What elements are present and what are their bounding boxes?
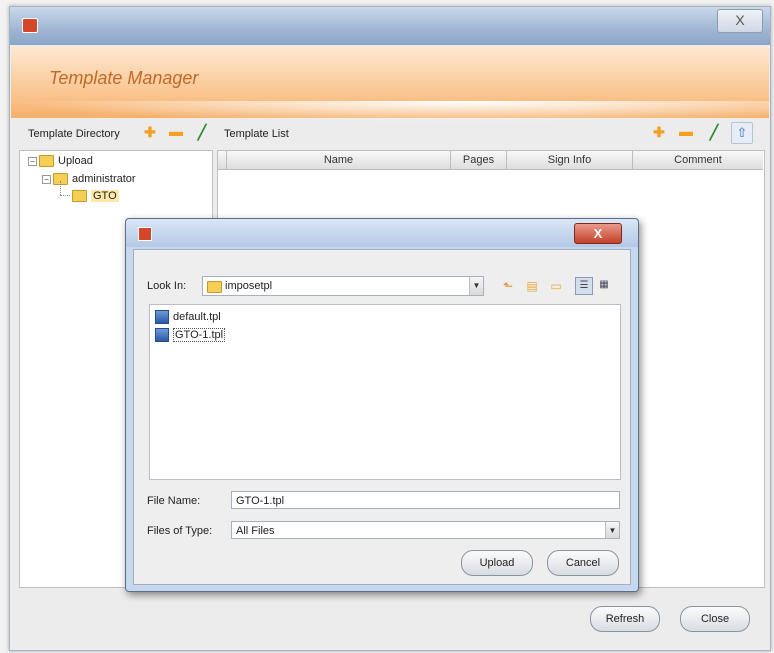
app-icon [138, 227, 152, 241]
dialog-body: Look In: imposetpl ▼ ⬑ ▤ ▭ ☰ ▦ default.t… [133, 249, 631, 585]
files-of-type-label: Files of Type: [147, 525, 213, 537]
header-banner: Template Manager [11, 46, 769, 123]
file-name-label: File Name: [147, 495, 201, 507]
minus-icon[interactable]: ▬ [679, 124, 693, 138]
upload-button[interactable]: Upload [461, 550, 533, 576]
column-header-comment[interactable]: Comment [633, 151, 763, 170]
details-view-icon[interactable]: ▦ [596, 277, 612, 293]
banner-title: Template Manager [49, 68, 199, 88]
folder-icon [72, 190, 87, 202]
refresh-button[interactable]: Refresh [590, 606, 660, 632]
file-icon [155, 310, 169, 324]
files-of-type-value: All Files [236, 525, 275, 537]
folder-icon [39, 155, 54, 167]
upload-file-dialog: X Look In: imposetpl ▼ ⬑ ▤ ▭ ☰ ▦ default… [125, 218, 639, 592]
column-header-name[interactable]: Name [227, 151, 451, 170]
plus-icon[interactable]: ✚ [143, 125, 157, 139]
files-of-type-select[interactable]: All Files ▼ [231, 521, 620, 539]
tree-item-label: Upload [58, 155, 93, 167]
collapse-icon[interactable]: − [42, 174, 51, 184]
pencil-icon[interactable]: ╱ [195, 125, 209, 139]
collapse-icon[interactable]: − [28, 156, 37, 166]
banner-wave-decoration [11, 101, 769, 123]
tree-connector [60, 181, 62, 195]
list-view-icon[interactable]: ☰ [575, 277, 593, 295]
file-list: default.tpl GTO-1.tpl [149, 304, 621, 480]
chevron-down-icon[interactable]: ▼ [469, 277, 483, 295]
close-button[interactable]: Close [680, 606, 750, 632]
template-list-label: Template List [224, 128, 289, 140]
cancel-button[interactable]: Cancel [547, 550, 619, 576]
tree-item-administrator[interactable]: − administrator [42, 173, 136, 185]
up-folder-icon[interactable]: ⬑ [501, 279, 515, 293]
look-in-value: imposetpl [225, 280, 273, 292]
home-icon[interactable]: ▤ [525, 279, 539, 293]
chevron-down-icon[interactable]: ▼ [605, 522, 619, 538]
plus-icon[interactable]: ✚ [652, 125, 666, 139]
tree-connector [60, 195, 70, 197]
table-header-spacer [218, 151, 227, 170]
file-name: default.tpl [173, 311, 221, 323]
window-close-button[interactable]: X [717, 9, 763, 33]
pencil-icon[interactable]: ╱ [707, 125, 721, 139]
column-header-pages[interactable]: Pages [451, 151, 507, 170]
folder-icon [207, 281, 222, 293]
list-item-selected[interactable]: GTO-1.tpl [155, 328, 226, 342]
app-icon [22, 18, 38, 33]
look-in-combo[interactable]: imposetpl ▼ [202, 276, 484, 296]
look-in-label: Look In: [147, 280, 187, 292]
window-title-bar[interactable]: X [10, 7, 770, 45]
template-directory-label: Template Directory [28, 128, 120, 140]
new-folder-icon[interactable]: ▭ [549, 279, 563, 293]
tree-item-upload[interactable]: − Upload [28, 155, 93, 167]
file-icon [155, 328, 169, 342]
list-item[interactable]: default.tpl [155, 310, 221, 324]
file-name: GTO-1.tpl [173, 328, 226, 342]
column-header-sign-info[interactable]: Sign Info [507, 151, 633, 170]
minus-icon[interactable]: ▬ [169, 124, 183, 138]
dialog-title-bar[interactable]: X [126, 219, 638, 247]
upload-arrow-icon[interactable]: ⇧ [731, 122, 753, 144]
dialog-close-button[interactable]: X [574, 223, 622, 244]
tree-item-label: administrator [72, 173, 136, 185]
tree-item-gto[interactable]: GTO [72, 190, 119, 202]
tree-item-label: GTO [91, 190, 119, 202]
file-name-input[interactable]: GTO-1.tpl [231, 491, 620, 509]
